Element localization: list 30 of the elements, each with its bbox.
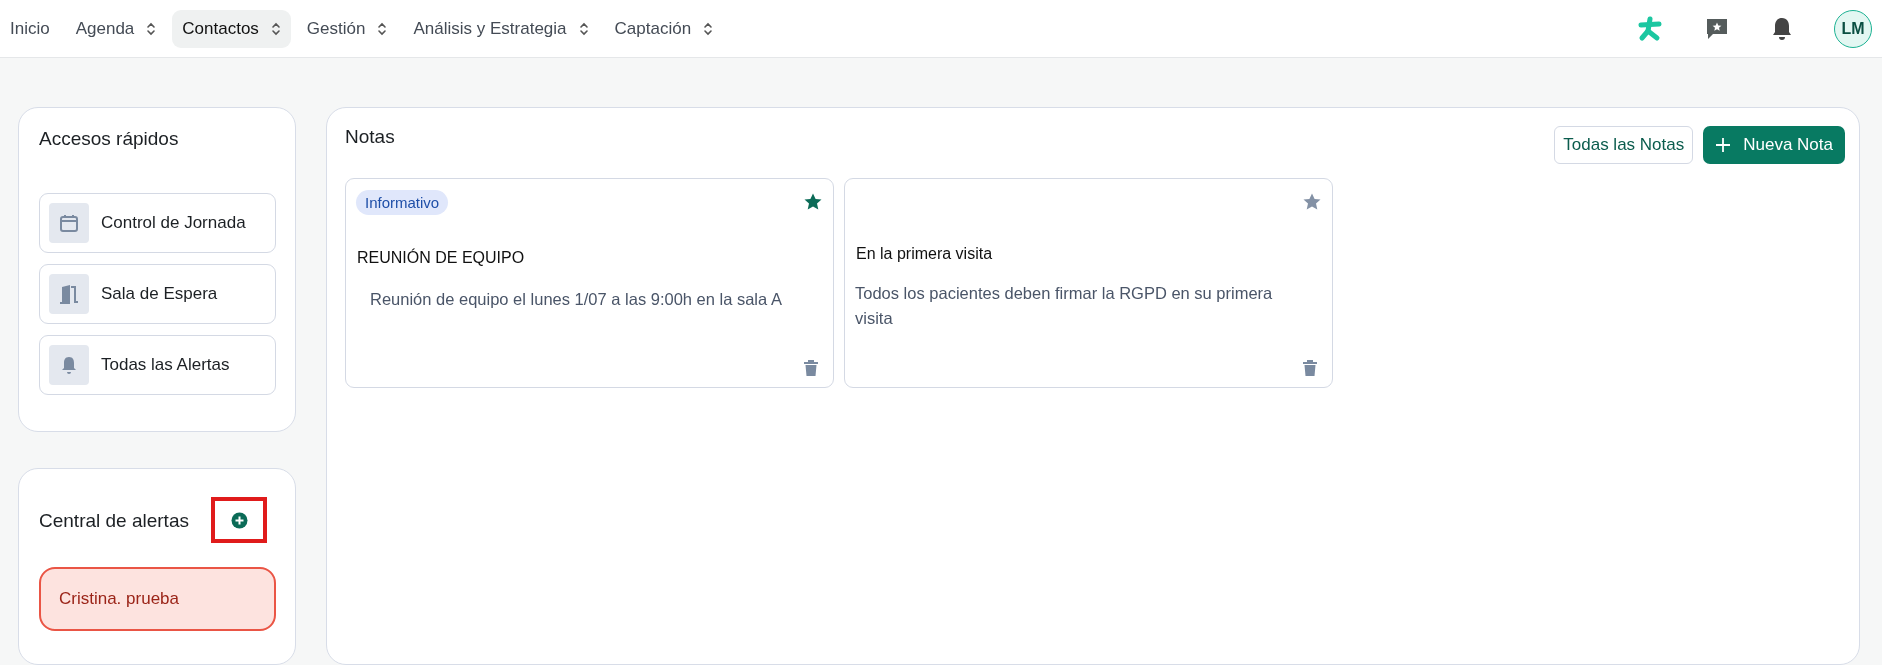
star-icon[interactable] xyxy=(1302,192,1322,212)
new-note-button[interactable]: Nueva Nota xyxy=(1703,126,1845,164)
nav-menu-item[interactable]: Agenda xyxy=(65,9,167,48)
door-icon xyxy=(58,283,80,305)
nav-menu-item[interactable]: Inicio xyxy=(0,9,60,48)
quick-access-button[interactable]: Control de Jornada xyxy=(39,193,276,253)
star-icon[interactable] xyxy=(803,192,823,212)
all-notes-button[interactable]: Todas las Notas xyxy=(1554,126,1694,164)
panel-title: Notas xyxy=(345,126,395,148)
note-text: Reunión de equipo el lunes 1/07 a las 9:00h en la sala A xyxy=(369,289,783,310)
nav-menu-item[interactable]: Análisis y Estrategia xyxy=(403,9,599,48)
user-avatar[interactable]: LM xyxy=(1834,9,1872,48)
trash-icon[interactable] xyxy=(1302,359,1318,377)
card-title: Central de alertas xyxy=(39,509,189,532)
add-circle-icon[interactable] xyxy=(230,511,248,529)
nav-menu-item[interactable]: Gestión xyxy=(296,9,398,48)
tag-label: Informativo xyxy=(356,189,449,215)
nav-menu-item[interactable]: Contactos xyxy=(172,9,291,48)
bell-icon[interactable] xyxy=(1770,15,1794,42)
nav-menu-item[interactable]: Captación xyxy=(604,9,724,48)
note-text: Todos los pacientes deben firmar la RGPD en su primera visita xyxy=(855,283,1274,329)
plus-icon xyxy=(1715,137,1732,153)
card-title: Accesos rápidos xyxy=(39,127,180,150)
trash-icon[interactable] xyxy=(803,359,819,377)
note-title: En la primera visita xyxy=(855,245,994,263)
calendar-icon xyxy=(58,212,80,234)
quick-access-button[interactable]: Sala de Espera xyxy=(39,264,276,324)
quick-access-button[interactable]: Todas las Alertas xyxy=(39,335,276,395)
note-title: REUNIÓN DE EQUIPO xyxy=(356,249,526,267)
alert-item[interactable]: Cristina. prueba xyxy=(39,567,276,631)
